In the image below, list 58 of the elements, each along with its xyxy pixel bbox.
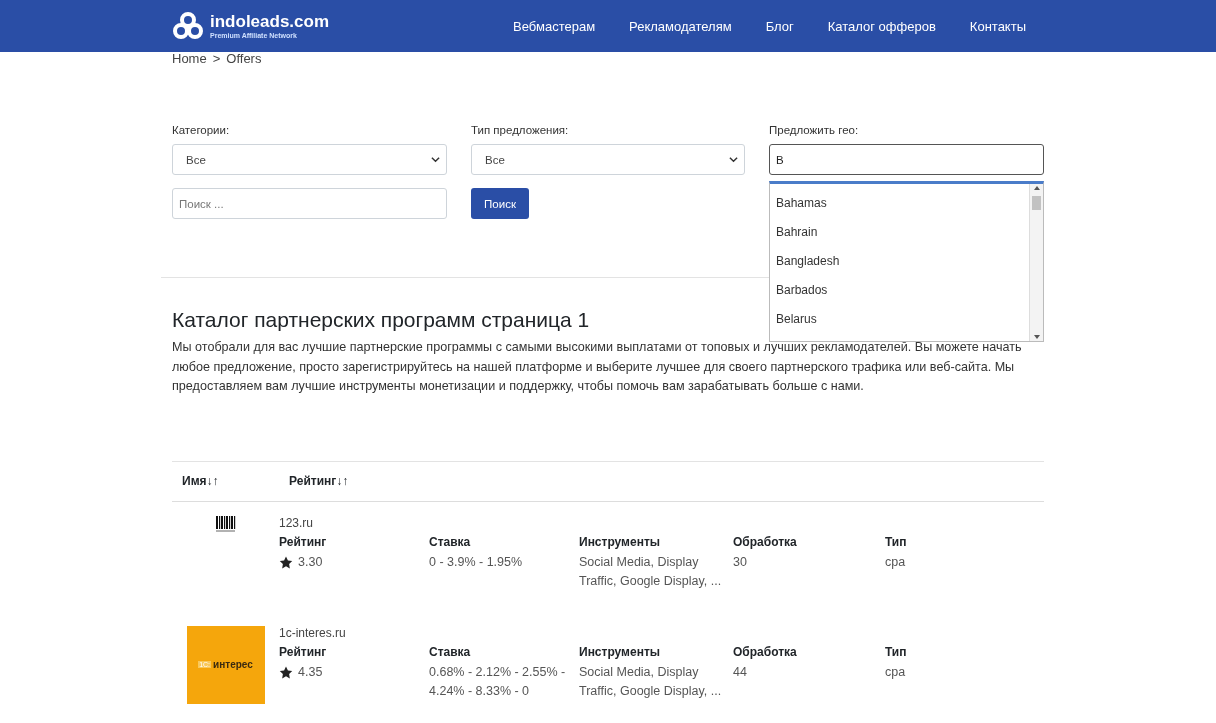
logo-name: indoleads.com <box>210 12 330 31</box>
nav-link[interactable]: Рекламодателям <box>629 18 732 34</box>
star-icon <box>279 665 293 679</box>
field-label: Тип <box>885 644 908 659</box>
breadcrumb-link[interactable]: Home <box>172 52 207 66</box>
field-label: Рейтинг <box>279 534 328 549</box>
sort-header[interactable]: Имя↓↑ <box>172 474 279 488</box>
field-value: 0.68% - 2.12% - 2.55% - 4.24% - 8.33% - 0 <box>429 663 567 700</box>
offer-type-select[interactable]: Все <box>471 144 745 175</box>
field-label: Тип предложения: <box>471 124 570 136</box>
caret-icon <box>729 155 738 164</box>
category-select[interactable]: Все <box>172 144 447 175</box>
suggestion-item[interactable]: Bahrain <box>770 217 1029 246</box>
rating-value: 3.30 <box>298 553 323 571</box>
offer-name[interactable]: 1c-interes.ru <box>279 625 945 640</box>
field-value: cpa <box>885 553 907 571</box>
field-value: Social Media, Display Traffic, Google Display, ... <box>579 553 723 590</box>
scroll-down-icon <box>1033 335 1040 339</box>
field-label: Предложить гео: <box>769 124 860 136</box>
rating-value: 4.35 <box>298 663 323 681</box>
search-field[interactable]: Поиск ... <box>172 188 447 219</box>
breadcrumb-separator: > <box>212 52 221 66</box>
caret-icon <box>431 155 440 164</box>
breadcrumb-link[interactable]: Offers <box>226 52 262 66</box>
scroll-up-icon <box>1033 186 1040 190</box>
field-value: Social Media, Display Traffic, Google Display, ... <box>579 663 723 700</box>
field-label: Инструменты <box>579 644 662 659</box>
star-icon <box>279 555 293 569</box>
field-label: Тип <box>885 534 908 549</box>
scrollbar[interactable] <box>1029 184 1043 341</box>
catalog-description: Мы отобрали для вас лучшие партнерские программы с самыми высокими выплатами от топовых и лучших рекламодателей. Вы можете начать любое предложение, просто зарегистрируйтесь на нашей платформе и выберите лучшее для своего партнерского трафика или веб-сайта. Мы предоставляем вам лучшие инструменты монетизации и поддержку, чтобы помочь вам зарабатывать больше с нами. <box>172 339 1023 395</box>
field-label: Инструменты <box>579 534 662 549</box>
catalog-title: Каталог партнерских программ страница 1 <box>172 308 590 332</box>
nav-link[interactable]: Блог <box>765 18 794 34</box>
field-value: 30 <box>733 553 748 571</box>
suggestion-item[interactable]: Bahamas <box>770 188 1029 217</box>
field-label: Ставка <box>429 534 472 549</box>
field-label: Ставка <box>429 644 472 659</box>
suggestion-item[interactable]: Barbados <box>770 275 1029 304</box>
suggestion-item[interactable]: Belarus <box>770 304 1029 333</box>
logo-icon[interactable] <box>172 10 204 42</box>
barcode-icon <box>215 515 236 532</box>
field-value: 0 - 3.9% - 1.95% <box>429 553 524 571</box>
geo-input-field[interactable]: B <box>769 144 1044 175</box>
nav-link[interactable]: Вебмастерам <box>513 18 596 34</box>
field-value: 44 <box>733 663 748 681</box>
field-label: Обработка <box>733 534 798 549</box>
field-label: Категории: <box>172 124 231 136</box>
field-value: cpa <box>885 663 907 681</box>
scroll-thumb[interactable] <box>1032 196 1041 210</box>
field-label: Рейтинг <box>279 644 328 659</box>
nav-link[interactable]: Контакты <box>969 18 1026 34</box>
offer-name[interactable]: 123.ru <box>279 515 945 530</box>
field-label: Обработка <box>733 644 798 659</box>
search-button[interactable]: Поиск <box>471 188 529 219</box>
nav-link[interactable]: Каталог офферов <box>827 18 936 34</box>
sort-header[interactable]: Рейтинг↓↑ <box>279 474 386 488</box>
suggestion-item[interactable]: Bangladesh <box>770 246 1029 275</box>
